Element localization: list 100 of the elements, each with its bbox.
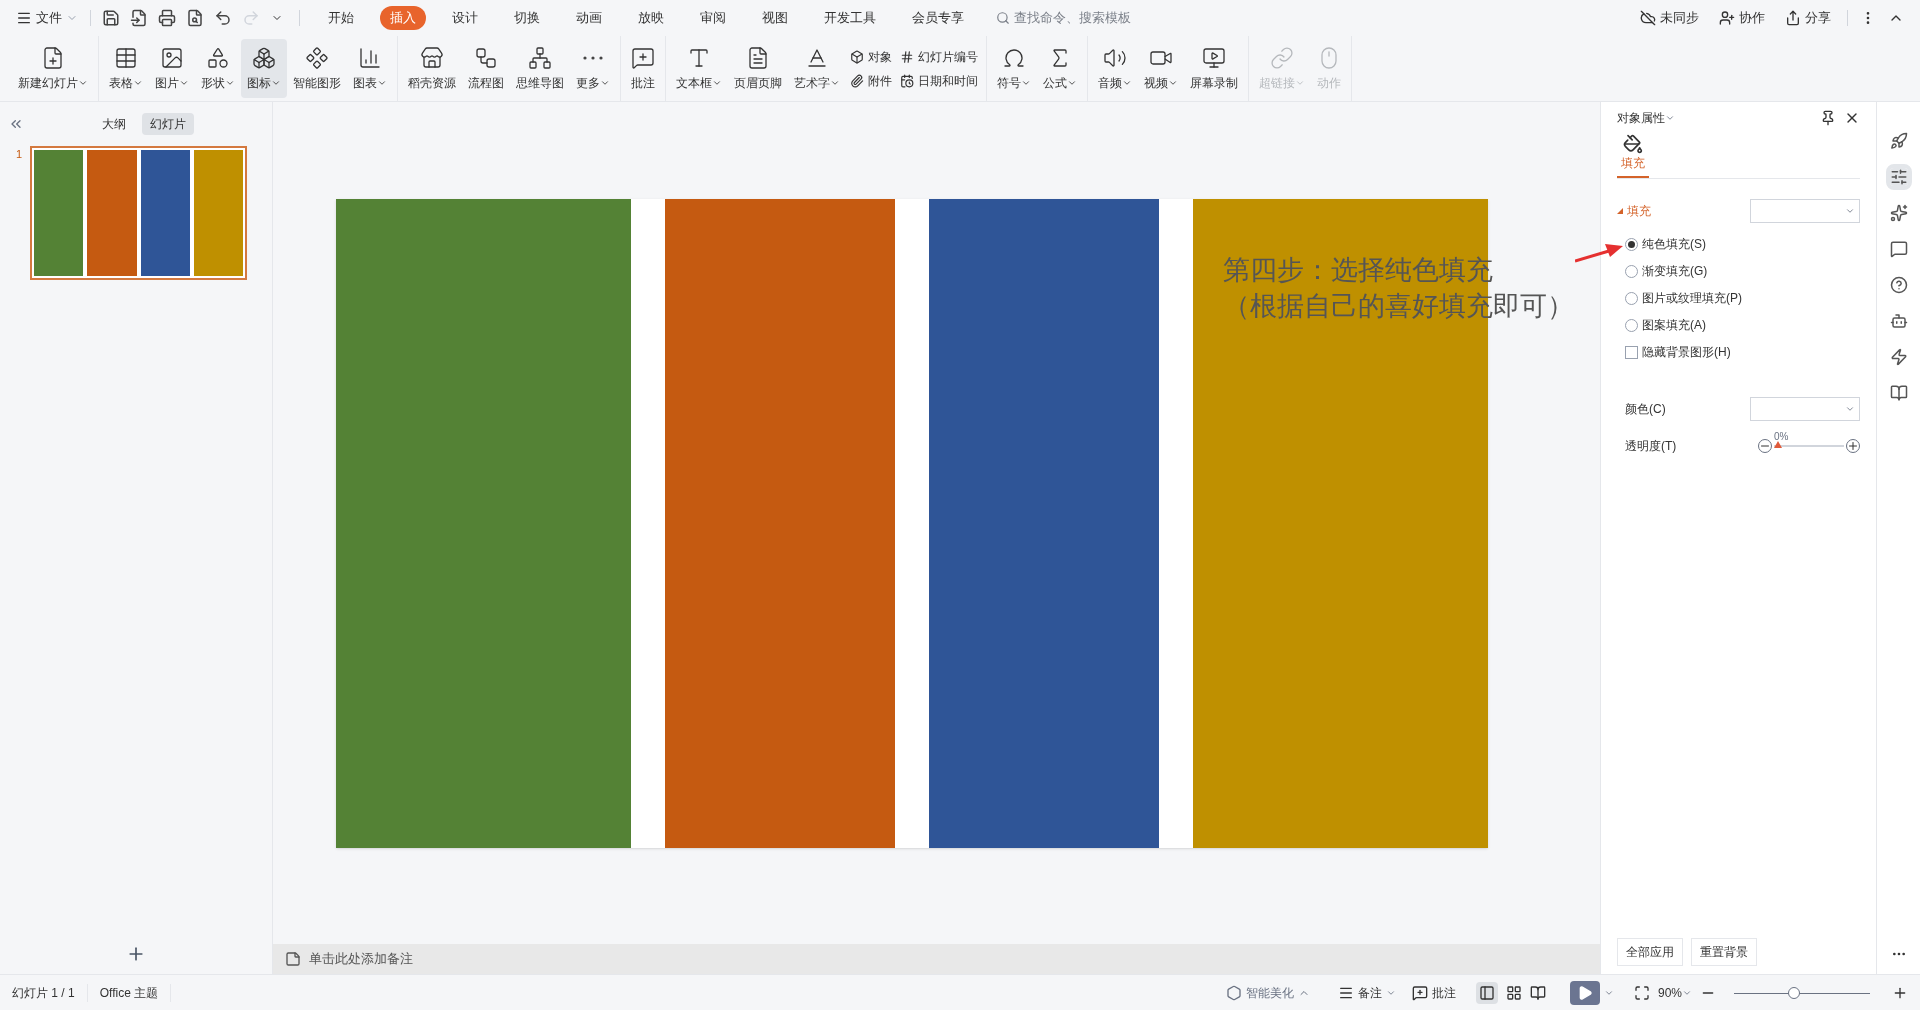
ribbon-button[interactable]: 智能图形 — [287, 39, 347, 98]
reading-view-icon[interactable] — [1529, 984, 1546, 1001]
save-icon[interactable] — [102, 9, 120, 27]
ribbon-button[interactable]: 图片 — [149, 39, 195, 98]
smart-art-icon — [305, 45, 329, 70]
header-action[interactable]: 协作 — [1711, 8, 1773, 28]
header-action[interactable]: 未同步 — [1632, 8, 1707, 28]
notes-bar[interactable]: 单击此处添加备注 — [273, 944, 1600, 974]
ribbon-button[interactable]: 思维导图 — [510, 39, 570, 98]
color-label: 颜色(C) — [1625, 401, 1666, 418]
lightning-icon[interactable] — [1889, 348, 1908, 366]
ribbon-small-button[interactable]: 日期和时间 — [900, 71, 978, 90]
menu-tab[interactable]: 开始 — [318, 6, 364, 30]
fill-tab[interactable]: 填充 — [1617, 134, 1649, 178]
ribbon-button[interactable]: 屏幕录制 — [1184, 39, 1244, 98]
slider-reading: 0% — [1774, 430, 1789, 444]
fill-option[interactable]: 图案填充(A) — [1625, 316, 1860, 334]
play-button[interactable] — [1569, 980, 1600, 1005]
arrow-icon — [1575, 242, 1623, 264]
table-icon — [114, 45, 138, 70]
print-icon[interactable] — [158, 9, 176, 27]
ribbon-button[interactable]: 更多 — [570, 39, 616, 98]
ribbon-small-button[interactable]: 附件 — [850, 71, 892, 90]
menu-tab[interactable]: 会员专享 — [902, 6, 974, 30]
ribbon-button[interactable]: 新建幻灯片 — [12, 39, 94, 98]
theme-name: Office 主题 — [87, 983, 172, 1002]
color-dropdown[interactable] — [1750, 397, 1860, 421]
section-header[interactable]: 填充 — [1617, 202, 1651, 220]
robot-icon[interactable] — [1889, 312, 1908, 330]
rocket-icon[interactable] — [1889, 132, 1908, 150]
ribbon-button[interactable]: 图表 — [347, 39, 393, 98]
header-footer-icon — [746, 45, 770, 70]
slide-thumbnail[interactable] — [30, 146, 248, 280]
panel-button[interactable]: 全部应用 — [1617, 938, 1683, 966]
ribbon-button[interactable]: 音频 — [1092, 39, 1138, 98]
help-icon[interactable] — [1889, 276, 1908, 294]
undo-icon[interactable] — [214, 9, 232, 27]
grid-view-icon[interactable] — [1505, 984, 1522, 1001]
menu-tab[interactable]: 动画 — [566, 6, 612, 30]
zoom-thumb[interactable] — [1787, 986, 1800, 999]
sparkles-icon[interactable] — [1889, 204, 1908, 222]
chat-icon[interactable] — [1889, 240, 1908, 258]
ribbon-button[interactable]: 批注 — [625, 39, 661, 98]
ribbon-button[interactable]: 页眉页脚 — [728, 39, 788, 98]
ribbon-small-button[interactable]: 对象 — [850, 47, 892, 66]
ribbon-button[interactable]: 视频 — [1138, 39, 1184, 98]
ribbon-button[interactable]: 稻壳资源 — [402, 39, 462, 98]
header-action[interactable]: 分享 — [1777, 8, 1839, 28]
panel-tab[interactable]: 大纲 — [94, 113, 134, 135]
notes-button[interactable]: 备注 — [1329, 983, 1404, 1002]
ribbon-button[interactable]: 表格 — [103, 39, 149, 98]
more-icon — [583, 55, 603, 60]
ribbon-button[interactable]: 图标 — [241, 39, 287, 98]
image-icon — [160, 45, 184, 70]
pin-icon[interactable] — [1820, 110, 1836, 126]
menu-tab[interactable]: 设计 — [442, 6, 488, 30]
menu-tab[interactable]: 视图 — [752, 6, 798, 30]
menu-tab[interactable]: 开发工具 — [814, 6, 886, 30]
notes-icon — [285, 951, 301, 967]
ribbon-button[interactable]: 艺术字 — [788, 39, 846, 98]
fill-option[interactable]: 纯色填充(S) — [1625, 235, 1860, 253]
slider-thumb[interactable] — [1774, 441, 1782, 448]
caret-icon — [1665, 113, 1675, 123]
ribbon-button[interactable]: 形状 — [195, 39, 241, 98]
menu-icon — [16, 10, 32, 26]
file-menu[interactable]: 文件 — [12, 8, 82, 28]
ribbon-button[interactable]: 符号 — [991, 39, 1037, 98]
panel-title[interactable]: 对象属性 — [1617, 109, 1675, 127]
ribbon-button[interactable]: 文本框 — [670, 39, 728, 98]
fill-option[interactable]: 渐变填充(G) — [1625, 262, 1860, 280]
menu-tab[interactable]: 放映 — [628, 6, 674, 30]
export-icon[interactable] — [130, 9, 148, 27]
search-field[interactable]: 查找命令、搜索模板 — [996, 8, 1154, 28]
menu-tab[interactable]: 切换 — [504, 6, 550, 30]
preview-icon[interactable] — [186, 9, 204, 27]
store-icon — [420, 45, 444, 70]
user-plus-icon — [1719, 10, 1735, 26]
panel-tab[interactable]: 幻灯片 — [142, 113, 194, 135]
checkbox[interactable] — [1625, 345, 1638, 359]
ribbon-button[interactable]: 公式 — [1037, 39, 1083, 98]
normal-view-icon[interactable] — [1475, 981, 1498, 1004]
plus-icon[interactable] — [1846, 439, 1860, 453]
fit-icon[interactable] — [1633, 984, 1650, 1001]
book-icon[interactable] — [1889, 384, 1908, 402]
fill-option[interactable]: 图片或纹理填充(P) — [1625, 289, 1860, 307]
comment-icon — [1411, 984, 1428, 1001]
paperclip-icon — [850, 73, 864, 88]
ribbon-small-button[interactable]: 幻灯片编号 — [900, 47, 978, 66]
comment-plus-icon — [631, 45, 655, 70]
shapes-icon — [206, 45, 230, 70]
zoom-dropdown[interactable]: 90% — [1657, 983, 1692, 1002]
beautify-button[interactable]: 智能美化 — [1217, 983, 1318, 1002]
hide-background-option[interactable]: 隐藏背景图形(H) — [1625, 343, 1860, 361]
menu-tab[interactable]: 审阅 — [690, 6, 736, 30]
ribbon-button[interactable]: 流程图 — [462, 39, 510, 98]
slide-number: 1 — [16, 147, 23, 162]
search-icon — [996, 11, 1010, 25]
screen-record-icon — [1202, 45, 1226, 70]
panel-button[interactable]: 重置背景 — [1691, 938, 1757, 966]
comment-button[interactable]: 批注 — [1403, 983, 1464, 1002]
